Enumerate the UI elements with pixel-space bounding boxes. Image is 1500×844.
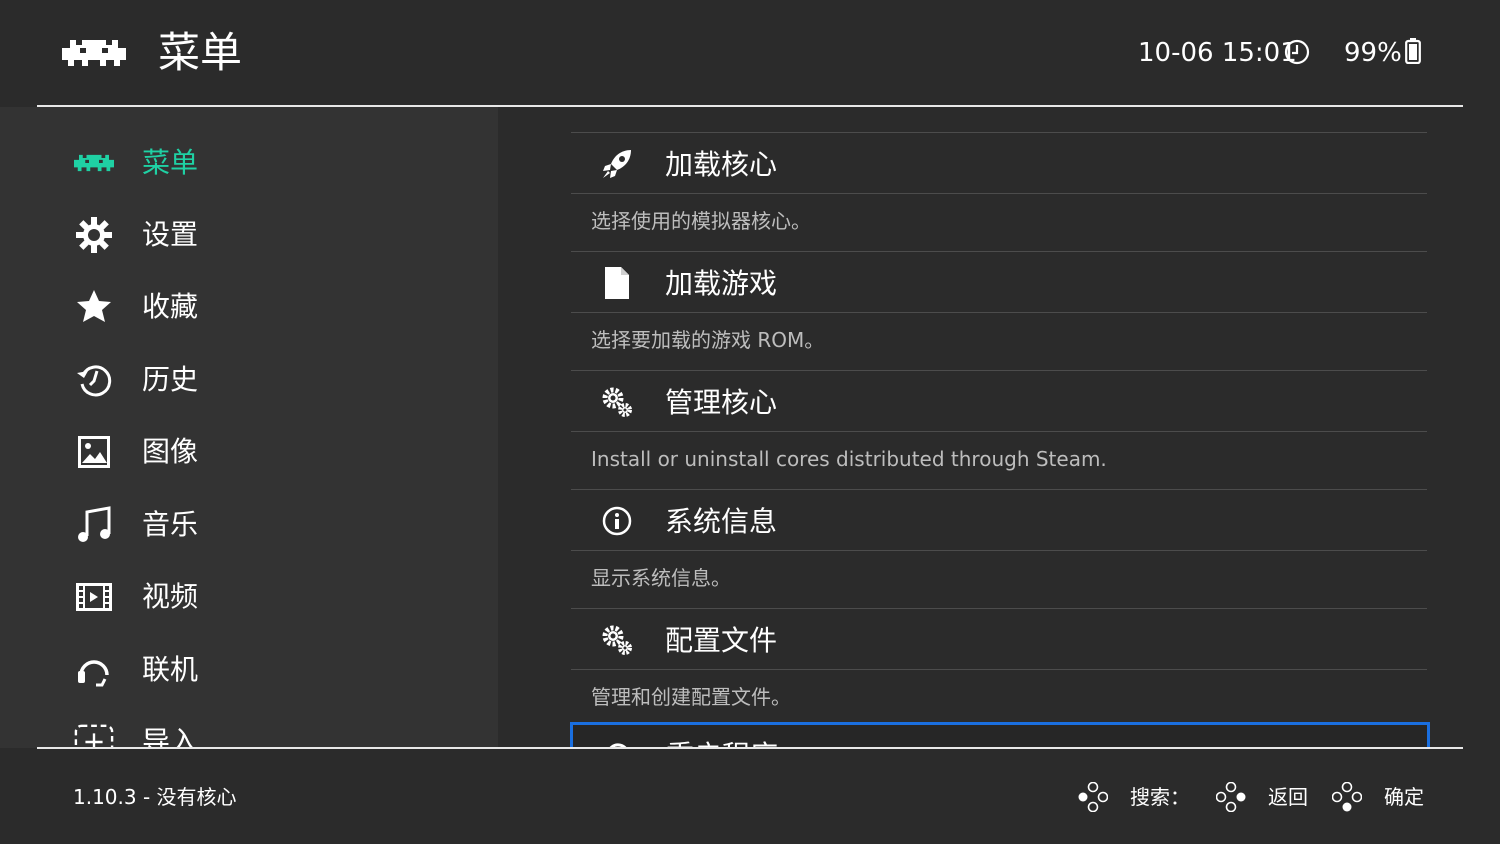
battery-icon bbox=[1405, 38, 1421, 64]
sidebar-item-label: 联机 bbox=[142, 653, 199, 686]
search-button-label[interactable]: 搜索： bbox=[1130, 783, 1190, 811]
menu-entry-description: 显示系统信息。 bbox=[591, 566, 731, 590]
menu-entry-description: 选择使用的模拟器核心。 bbox=[591, 209, 811, 233]
gear-icon bbox=[74, 215, 114, 255]
ok-button-label[interactable]: 确定 bbox=[1384, 783, 1424, 811]
sidebar-item-label: 设置 bbox=[142, 218, 199, 251]
star-icon bbox=[74, 287, 114, 327]
divider bbox=[571, 312, 1427, 313]
back-button-label[interactable]: 返回 bbox=[1268, 783, 1308, 811]
main-menu-list: 加载核心 选择使用的模拟器核心。 加载游戏 选择要加载的游戏 ROM。 管理核心… bbox=[498, 107, 1500, 748]
retroarch-logo-icon bbox=[62, 40, 126, 66]
clock-text: 10-06 15:01 bbox=[1138, 38, 1297, 68]
divider bbox=[571, 370, 1427, 371]
version-core-status: 1.10.3 - 没有核心 bbox=[73, 785, 237, 809]
menu-entry-label: 加载核心 bbox=[665, 148, 778, 181]
menu-entry-label: 配置文件 bbox=[665, 624, 778, 657]
sidebar-item-label: 图像 bbox=[142, 435, 199, 468]
sidebar-item-history[interactable]: 历史 bbox=[0, 346, 498, 418]
sidebar-item-music[interactable]: 音乐 bbox=[0, 491, 498, 563]
gears-icon bbox=[601, 624, 633, 656]
divider bbox=[571, 132, 1427, 133]
sidebar-item-label: 导入 bbox=[142, 725, 199, 748]
history-icon bbox=[74, 360, 114, 400]
menu-entry-restart-selected[interactable]: 重启程序 bbox=[570, 722, 1430, 748]
music-note-icon bbox=[74, 505, 114, 545]
menu-entry-description: 管理和创建配置文件。 bbox=[591, 685, 791, 709]
menu-entry-description: 选择要加载的游戏 ROM。 bbox=[591, 328, 825, 352]
netplay-headset-icon bbox=[74, 650, 114, 690]
gears-icon bbox=[601, 386, 633, 418]
divider bbox=[571, 489, 1427, 490]
sidebar-item-label: 历史 bbox=[142, 363, 199, 396]
sidebar-item-settings[interactable]: 设置 bbox=[0, 201, 498, 273]
menu-entry-label: 系统信息 bbox=[665, 505, 778, 538]
menu-entry-label: 管理核心 bbox=[665, 386, 778, 419]
menu-entry-system-info[interactable]: 系统信息 bbox=[571, 491, 1427, 551]
sidebar-item-import[interactable]: 导入 bbox=[0, 708, 498, 748]
divider bbox=[571, 550, 1427, 551]
divider bbox=[571, 193, 1427, 194]
info-icon bbox=[601, 505, 633, 537]
retroarch-invader-icon bbox=[74, 143, 114, 183]
footer: 1.10.3 - 没有核心 搜索： 返回 确定 bbox=[0, 749, 1500, 844]
sidebar-item-favorites[interactable]: 收藏 bbox=[0, 273, 498, 345]
clock-icon bbox=[1284, 39, 1310, 65]
menu-entry-config-files[interactable]: 配置文件 bbox=[571, 610, 1427, 670]
sidebar-item-main-menu[interactable]: 菜单 bbox=[0, 129, 498, 201]
sidebar-item-label: 菜单 bbox=[142, 146, 199, 179]
header: 菜单 10-06 15:01 99% bbox=[0, 0, 1500, 107]
battery-text: 99% bbox=[1344, 38, 1402, 68]
file-icon bbox=[601, 267, 633, 299]
video-film-icon bbox=[74, 577, 114, 617]
menu-entry-label: 加载游戏 bbox=[665, 267, 778, 300]
sidebar-item-label: 视频 bbox=[142, 580, 199, 613]
divider bbox=[571, 431, 1427, 432]
menu-entry-description: Install or uninstall cores distributed t… bbox=[591, 447, 1107, 471]
page-title: 菜单 bbox=[158, 28, 243, 77]
sidebar-item-video[interactable]: 视频 bbox=[0, 563, 498, 635]
menu-entry-load-content[interactable]: 加载游戏 bbox=[571, 253, 1427, 313]
menu-entry-load-core[interactable]: 加载核心 bbox=[571, 134, 1427, 194]
sidebar-item-label: 收藏 bbox=[142, 290, 199, 323]
sidebar-item-images[interactable]: 图像 bbox=[0, 418, 498, 490]
image-icon bbox=[74, 432, 114, 472]
sidebar: 菜单 设置 收藏 历史 图像 音乐 视频 联机 导入 bbox=[0, 107, 498, 748]
divider bbox=[571, 608, 1427, 609]
add-box-icon bbox=[74, 722, 114, 748]
menu-entry-manage-cores[interactable]: 管理核心 bbox=[571, 372, 1427, 432]
divider bbox=[571, 251, 1427, 252]
gamepad-button-right-icon bbox=[1216, 782, 1246, 812]
gamepad-button-left-icon bbox=[1078, 782, 1108, 812]
divider bbox=[571, 669, 1427, 670]
rocket-icon bbox=[601, 148, 633, 180]
gamepad-button-bottom-icon bbox=[1332, 782, 1362, 812]
sidebar-item-label: 音乐 bbox=[142, 508, 199, 541]
sidebar-item-netplay[interactable]: 联机 bbox=[0, 636, 498, 708]
